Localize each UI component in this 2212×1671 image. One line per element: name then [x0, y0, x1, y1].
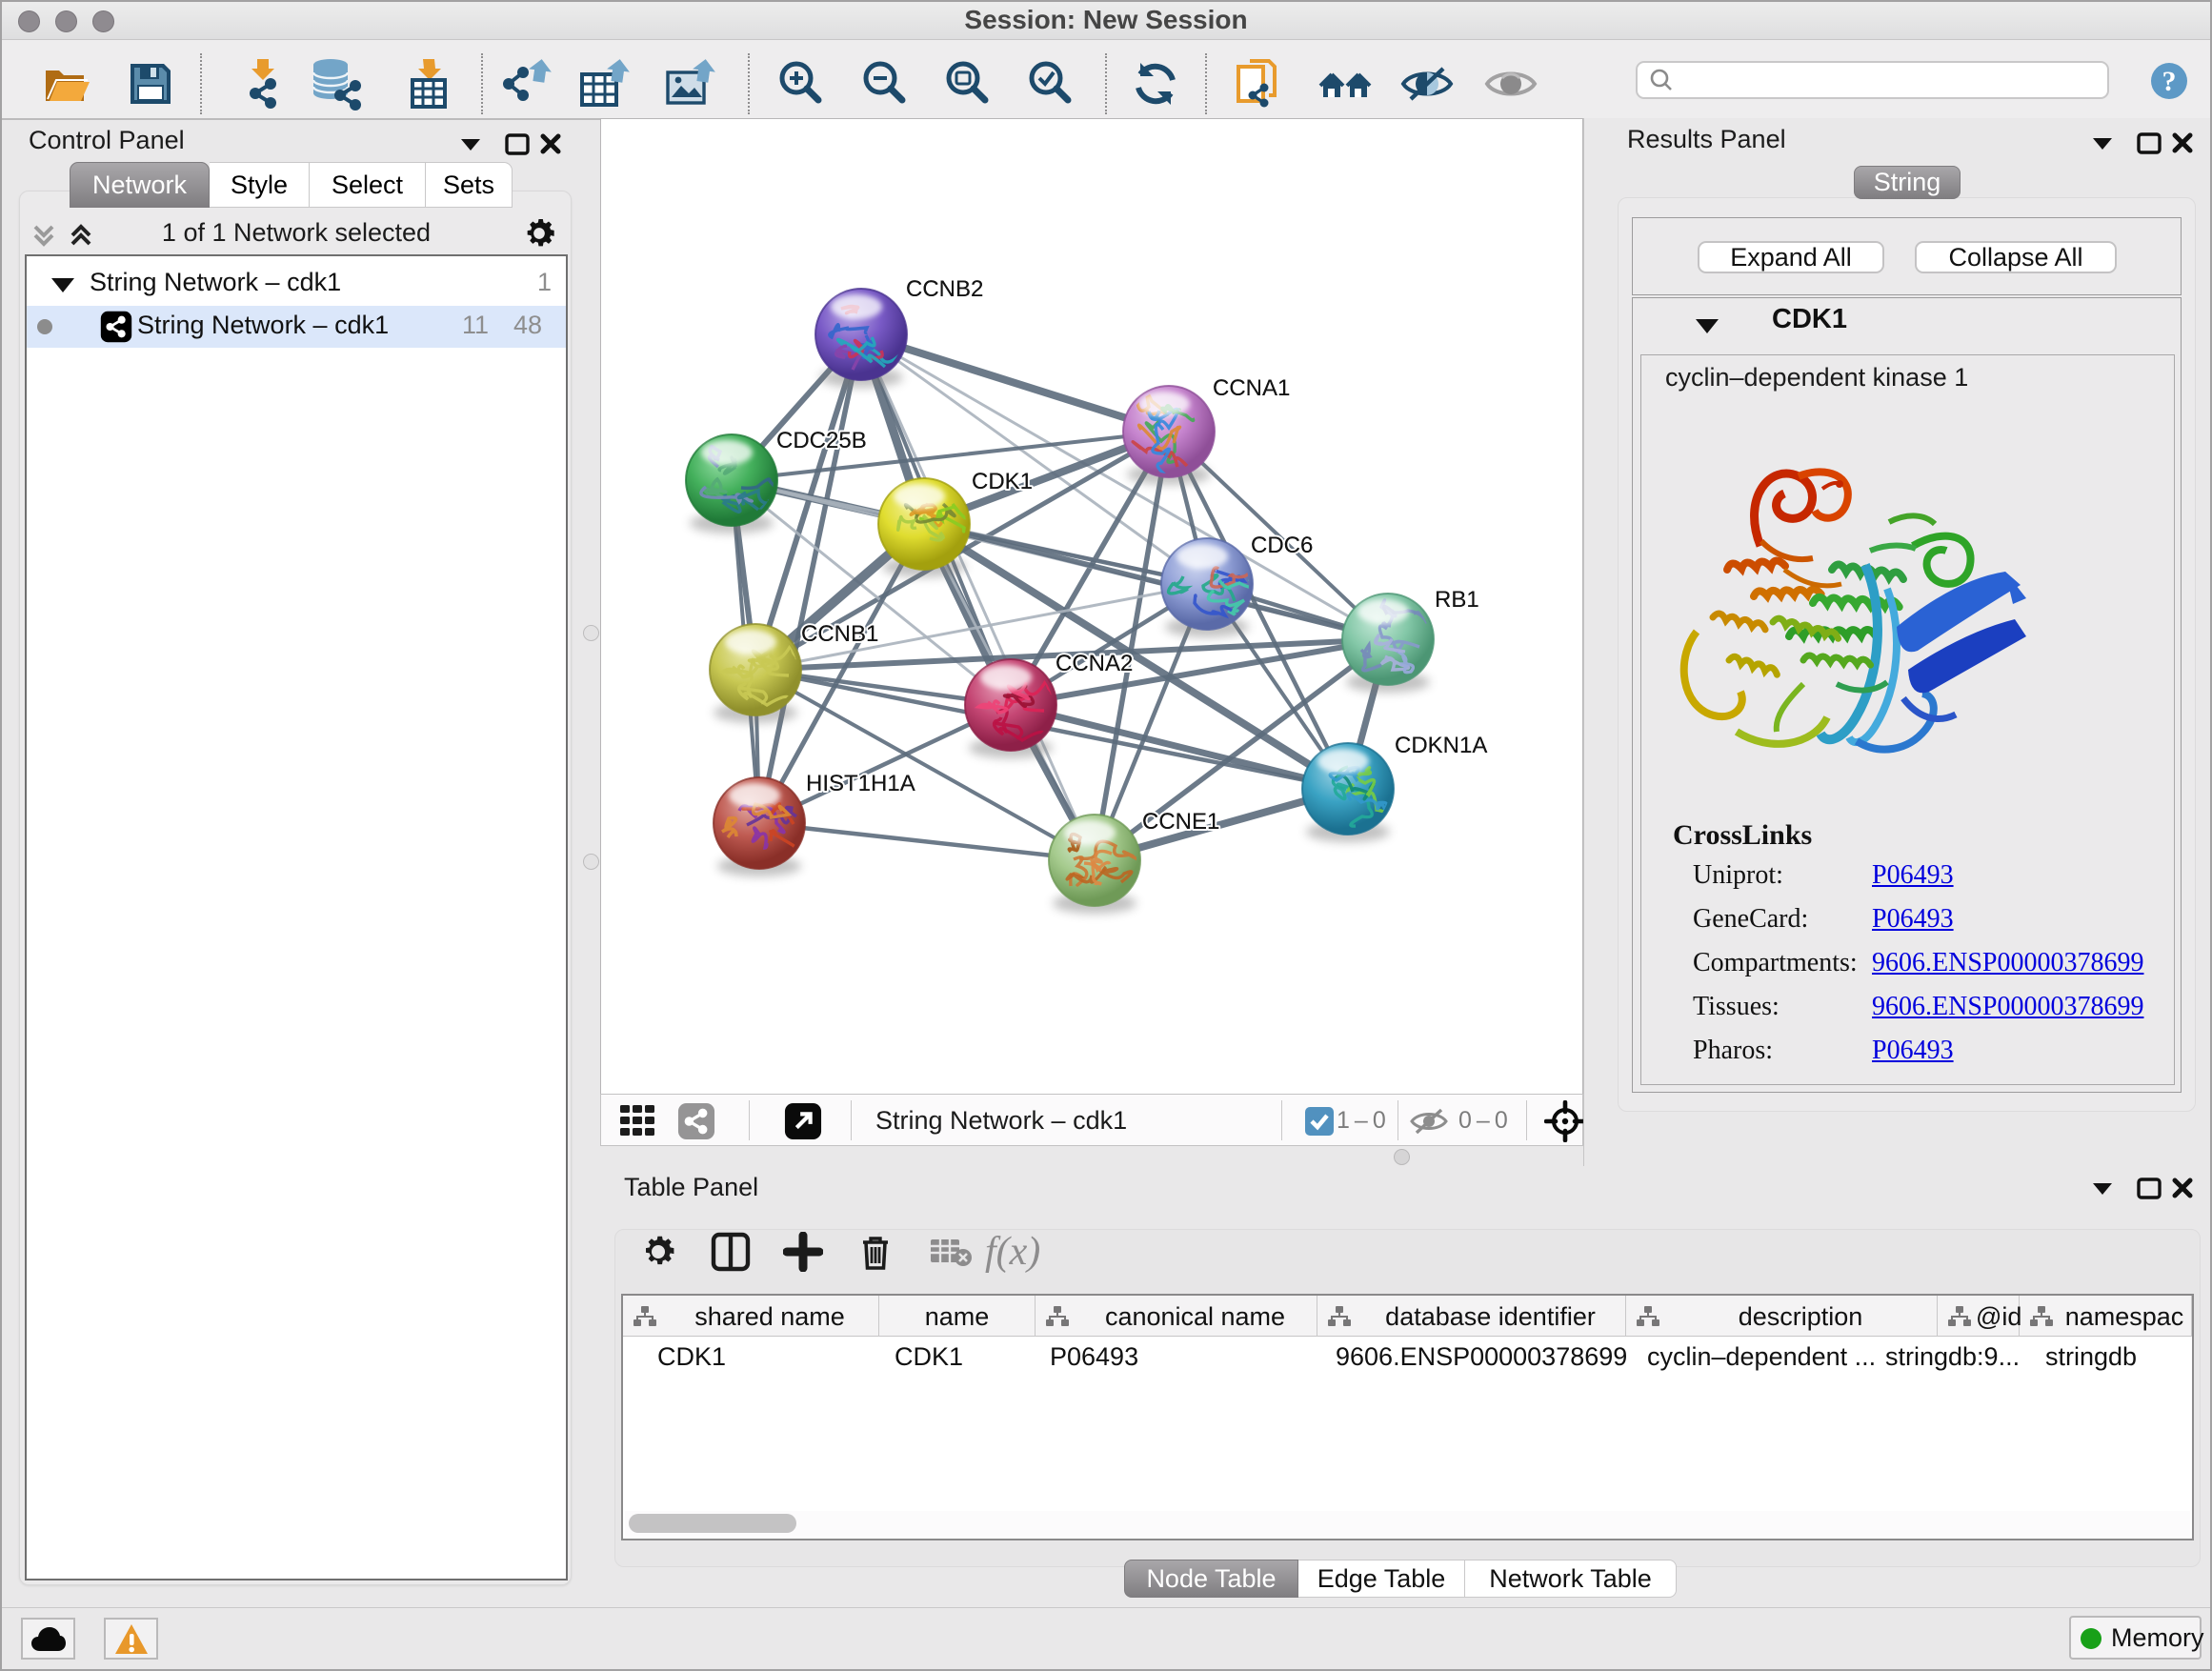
svg-text:CCNB1: CCNB1 [801, 621, 878, 647]
svg-text:CCNE1: CCNE1 [1142, 809, 1219, 835]
svg-text:HIST1H1A: HIST1H1A [806, 771, 915, 796]
svg-text:CDKN1A: CDKN1A [1395, 733, 1487, 758]
svg-text:?: ? [2162, 66, 2177, 97]
svg-text:CCNA2: CCNA2 [1056, 651, 1133, 676]
svg-text:CDC25B: CDC25B [776, 428, 867, 453]
svg-text:CCNB2: CCNB2 [906, 276, 983, 302]
svg-text:CCNA1: CCNA1 [1213, 375, 1290, 401]
svg-text:CDC6: CDC6 [1251, 533, 1313, 558]
svg-text:CDK1: CDK1 [972, 469, 1033, 494]
svg-text:RB1: RB1 [1435, 587, 1479, 613]
